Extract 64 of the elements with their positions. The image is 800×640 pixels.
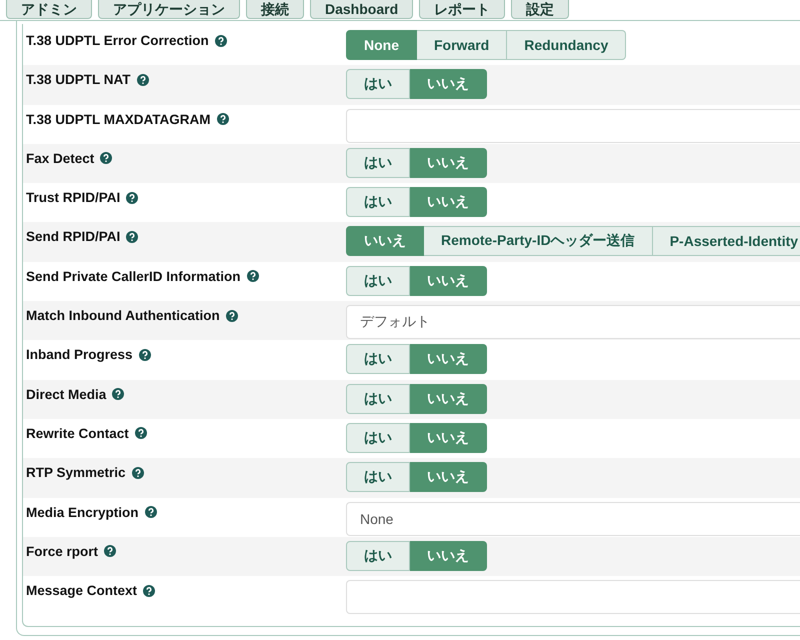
setting-label: T.38 UDPTL Error Correction: [26, 33, 209, 48]
help-icon[interactable]: [112, 388, 124, 400]
setting-label: Send RPID/PAI: [26, 229, 120, 244]
input-field[interactable]: [346, 108, 800, 143]
help-icon[interactable]: [136, 74, 149, 86]
option-button[interactable]: いいえ: [410, 384, 487, 414]
nav-tab[interactable]: Dashboard: [310, 0, 414, 19]
help-icon[interactable]: [214, 34, 227, 46]
setting-label: Inband Progress: [26, 347, 133, 362]
help-icon[interactable]: [138, 348, 151, 361]
option-button[interactable]: いいえ: [410, 422, 487, 453]
nav-tab[interactable]: 設定: [511, 0, 570, 19]
setting-label: Force rport: [26, 544, 98, 559]
option-button[interactable]: はい: [346, 69, 410, 100]
nav-tab[interactable]: レポート: [419, 0, 506, 19]
nav-tab[interactable]: アプリケーション: [98, 0, 240, 19]
help-icon[interactable]: [144, 506, 157, 518]
option-button[interactable]: はい: [346, 344, 410, 374]
option-button[interactable]: いいえ: [410, 266, 487, 296]
option-button[interactable]: はい: [346, 266, 410, 296]
setting-label: Trust RPID/PAI: [26, 190, 120, 206]
help-icon[interactable]: [143, 584, 156, 597]
option-button[interactable]: いいえ: [410, 344, 487, 374]
help-icon[interactable]: [134, 427, 147, 440]
setting-label: T.38 UDPTL NAT: [26, 72, 131, 88]
select-field[interactable]: デフォルト: [346, 305, 800, 340]
setting-label: Send Private CallerID Information: [26, 268, 241, 284]
setting-label: T.38 UDPTL MAXDATAGRAM: [26, 112, 211, 127]
setting-label: RTP Symmetric: [26, 465, 126, 480]
option-button[interactable]: いいえ: [410, 148, 487, 178]
help-icon[interactable]: [126, 192, 138, 204]
option-button[interactable]: P-Asserted-Identity: [652, 226, 800, 256]
help-icon[interactable]: [226, 310, 238, 322]
nav-tab[interactable]: アドミン: [6, 0, 92, 19]
option-button[interactable]: Redundancy: [507, 30, 626, 60]
help-icon[interactable]: [100, 152, 112, 164]
setting-label: Message Context: [26, 583, 138, 598]
option-button[interactable]: None: [346, 30, 417, 60]
setting-label: Direct Media: [26, 386, 106, 402]
nav-tab[interactable]: 接続: [246, 0, 304, 19]
option-button[interactable]: はい: [346, 422, 410, 453]
help-icon[interactable]: [216, 113, 229, 126]
option-button[interactable]: はい: [346, 540, 410, 571]
setting-label: Rewrite Contact: [26, 426, 129, 441]
option-button[interactable]: いいえ: [410, 540, 487, 571]
select-field[interactable]: None: [346, 502, 800, 536]
option-button[interactable]: いいえ: [410, 69, 487, 100]
option-button[interactable]: はい: [346, 462, 410, 492]
option-button[interactable]: いいえ: [346, 226, 424, 256]
option-button[interactable]: はい: [346, 384, 410, 414]
setting-label: Fax Detect: [26, 150, 94, 166]
help-icon[interactable]: [246, 270, 259, 282]
option-button[interactable]: Remote-Party-IDヘッダー送信: [424, 226, 653, 256]
option-button[interactable]: いいえ: [410, 187, 487, 218]
option-button[interactable]: はい: [346, 187, 410, 218]
help-icon[interactable]: [132, 466, 144, 479]
option-button[interactable]: Forward: [417, 30, 508, 60]
setting-label: Media Encryption: [26, 504, 139, 520]
help-icon[interactable]: [104, 545, 116, 558]
option-button[interactable]: いいえ: [410, 462, 487, 492]
input-field[interactable]: [346, 580, 800, 614]
option-button[interactable]: はい: [346, 148, 410, 178]
help-icon[interactable]: [126, 230, 138, 243]
setting-label: Match Inbound Authentication: [26, 308, 220, 324]
